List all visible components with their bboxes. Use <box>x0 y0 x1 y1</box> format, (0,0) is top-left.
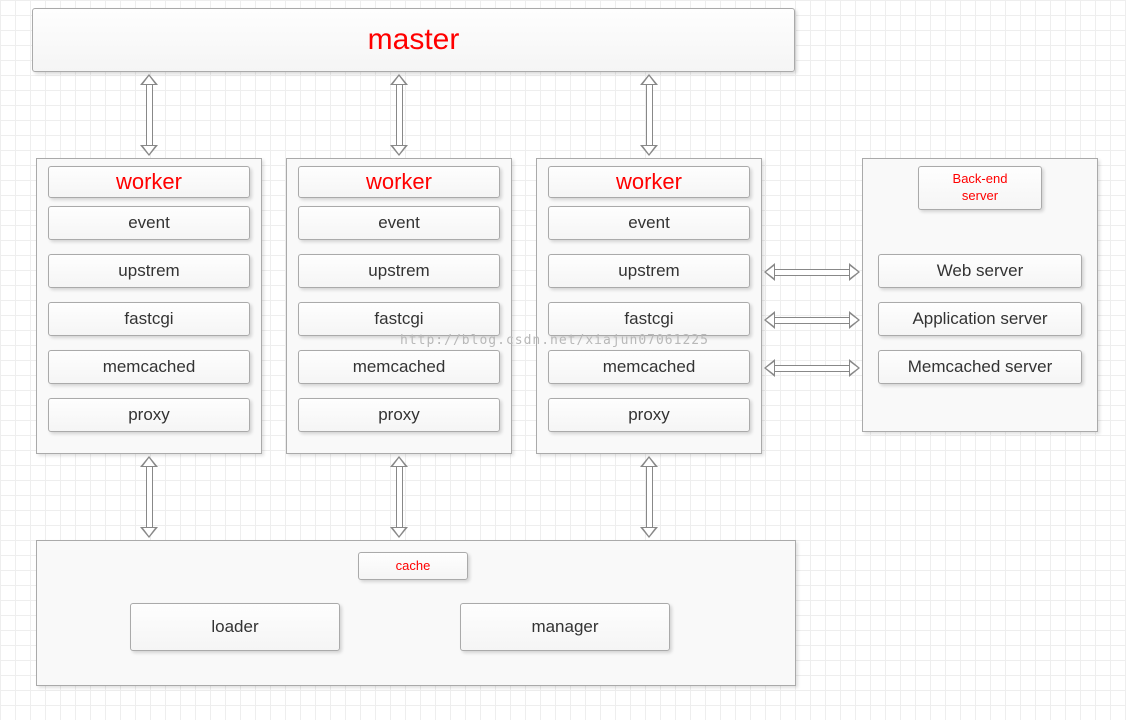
watermark: http://blog.csdn.net/xiajun07061225 <box>400 333 709 348</box>
worker-3-item-event: event <box>548 206 750 240</box>
worker-3-item-upstrem: upstrem <box>548 254 750 288</box>
worker-2-item-proxy: proxy <box>298 398 500 432</box>
item-label: proxy <box>378 405 420 425</box>
item-label: memcached <box>103 357 196 377</box>
worker-1-item-memcached: memcached <box>48 350 250 384</box>
worker-3-item-fastcgi: fastcgi <box>548 302 750 336</box>
worker-1-item-event: event <box>48 206 250 240</box>
item-label: upstrem <box>118 261 179 281</box>
worker-title-label: worker <box>116 169 182 195</box>
worker-1-item-upstrem: upstrem <box>48 254 250 288</box>
arrow-upstrem-webserver <box>764 263 860 281</box>
worker-2-item-upstrem: upstrem <box>298 254 500 288</box>
arrow-master-worker-2 <box>390 74 408 156</box>
item-label: event <box>378 213 420 233</box>
worker-3-item-memcached: memcached <box>548 350 750 384</box>
cache-manager: manager <box>460 603 670 651</box>
worker-2-item-memcached: memcached <box>298 350 500 384</box>
backend-title-label: Back-end server <box>953 171 1008 205</box>
item-label: fastcgi <box>124 309 173 329</box>
backend-application-server: Application server <box>878 302 1082 336</box>
item-label: event <box>628 213 670 233</box>
item-label: loader <box>211 617 258 637</box>
worker-title-2: worker <box>298 166 500 198</box>
item-label: manager <box>531 617 598 637</box>
item-label: Application server <box>912 309 1047 329</box>
worker-title-label: worker <box>366 169 432 195</box>
worker-2-item-fastcgi: fastcgi <box>298 302 500 336</box>
worker-3-item-proxy: proxy <box>548 398 750 432</box>
item-label: proxy <box>628 405 670 425</box>
arrow-worker3-cache <box>640 456 658 538</box>
worker-2-item-event: event <box>298 206 500 240</box>
item-label: Memcached server <box>908 357 1053 377</box>
watermark-text: http://blog.csdn.net/xiajun07061225 <box>400 333 709 348</box>
worker-title-3: worker <box>548 166 750 198</box>
item-label: upstrem <box>368 261 429 281</box>
item-label: Web server <box>937 261 1024 281</box>
cache-loader: loader <box>130 603 340 651</box>
item-label: memcached <box>353 357 446 377</box>
backend-memcached-server: Memcached server <box>878 350 1082 384</box>
backend-title: Back-end server <box>918 166 1042 210</box>
worker-title-label: worker <box>616 169 682 195</box>
arrow-worker1-cache <box>140 456 158 538</box>
item-label: upstrem <box>618 261 679 281</box>
arrow-master-worker-1 <box>140 74 158 156</box>
item-label: memcached <box>603 357 696 377</box>
arrow-master-worker-3 <box>640 74 658 156</box>
worker-title-1: worker <box>48 166 250 198</box>
master-box: master <box>32 8 795 72</box>
item-label: fastcgi <box>624 309 673 329</box>
cache-title: cache <box>358 552 468 580</box>
master-title: master <box>368 23 460 57</box>
cache-title-label: cache <box>396 558 431 575</box>
item-label: fastcgi <box>374 309 423 329</box>
arrow-memcached-memcachedserver <box>764 359 860 377</box>
arrow-worker2-cache <box>390 456 408 538</box>
arrow-fastcgi-appserver <box>764 311 860 329</box>
worker-1-item-proxy: proxy <box>48 398 250 432</box>
item-label: proxy <box>128 405 170 425</box>
backend-web-server: Web server <box>878 254 1082 288</box>
worker-1-item-fastcgi: fastcgi <box>48 302 250 336</box>
item-label: event <box>128 213 170 233</box>
